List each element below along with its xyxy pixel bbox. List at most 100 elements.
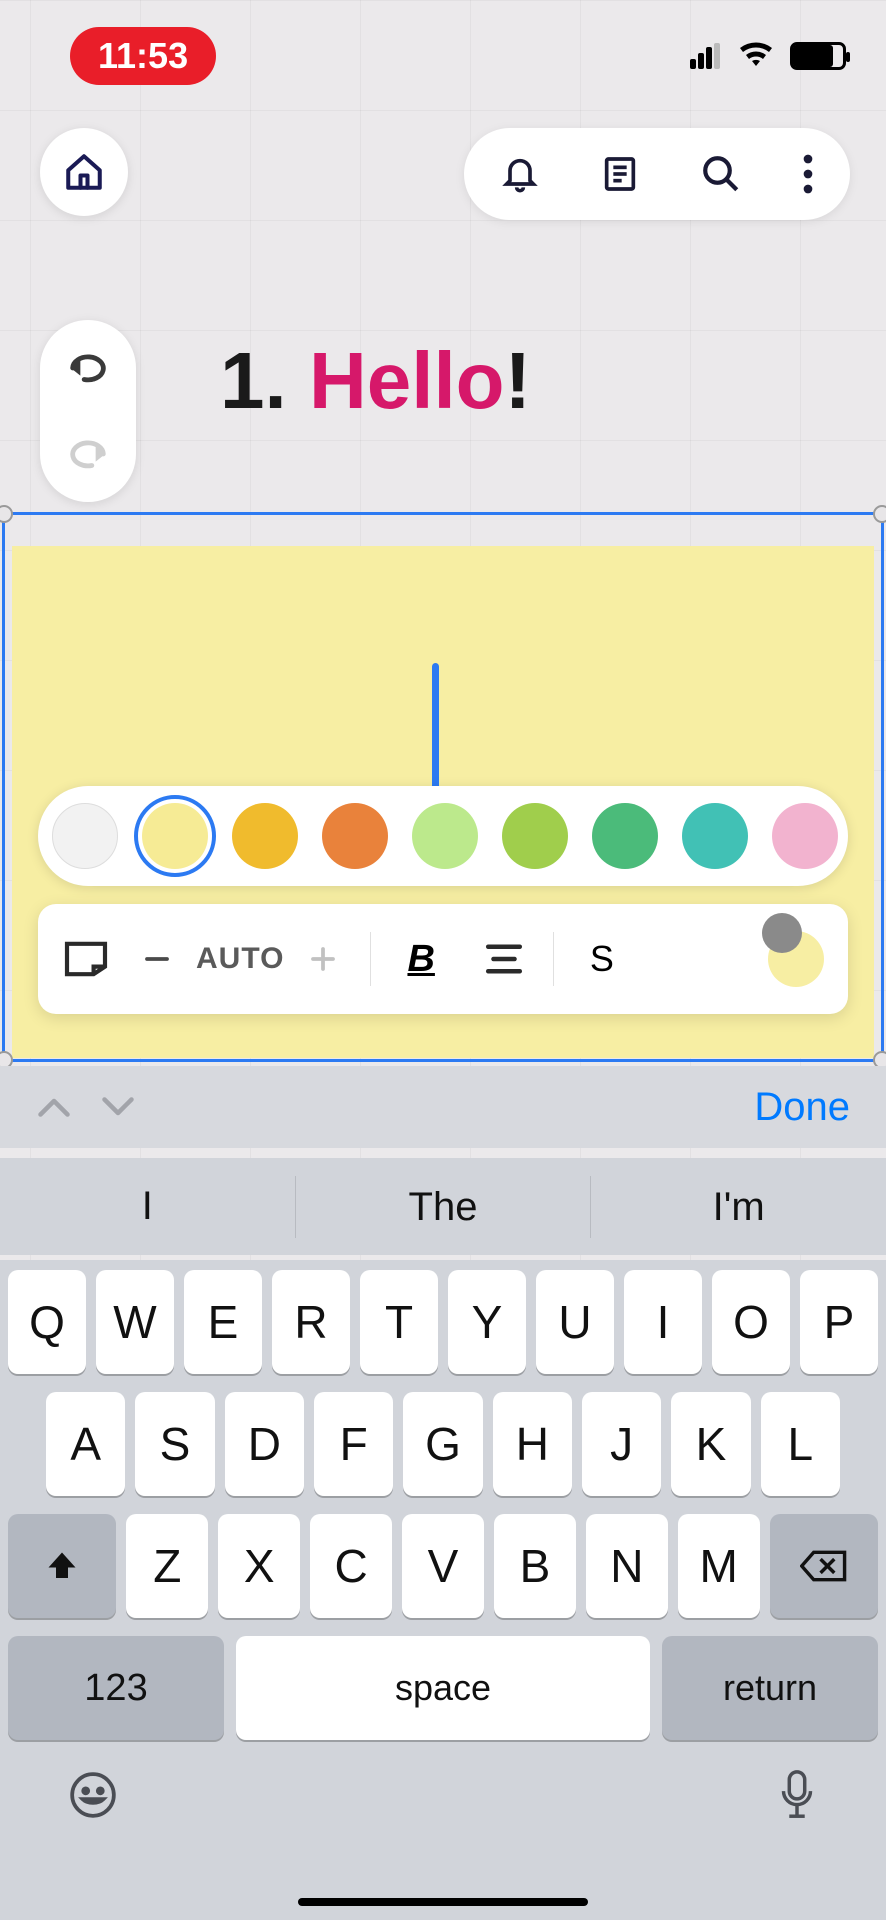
emoji-button[interactable] xyxy=(68,1770,118,1820)
key-e[interactable]: E xyxy=(184,1270,262,1374)
suggestion-word[interactable]: I'm xyxy=(590,1176,886,1238)
color-swatch[interactable] xyxy=(52,803,118,869)
next-field-button[interactable] xyxy=(100,1094,136,1120)
redo-icon xyxy=(65,434,111,474)
sticky-shape-icon xyxy=(62,940,110,978)
color-indicator-button[interactable] xyxy=(768,931,824,987)
color-swatch[interactable] xyxy=(502,803,568,869)
chevron-up-icon xyxy=(36,1094,72,1120)
key-a[interactable]: A xyxy=(46,1392,125,1496)
home-indicator[interactable] xyxy=(298,1898,588,1906)
key-v[interactable]: V xyxy=(402,1514,484,1618)
top-toolbar xyxy=(464,128,850,220)
status-bar: 11:53 xyxy=(0,26,886,86)
key-h[interactable]: H xyxy=(493,1392,572,1496)
home-icon xyxy=(63,151,105,193)
key-i[interactable]: I xyxy=(624,1270,702,1374)
key-x[interactable]: X xyxy=(218,1514,300,1618)
kebab-icon xyxy=(802,154,814,194)
document-icon xyxy=(600,154,640,194)
return-key[interactable]: return xyxy=(662,1636,878,1740)
wifi-icon xyxy=(738,42,774,70)
key-s[interactable]: S xyxy=(135,1392,214,1496)
key-q[interactable]: Q xyxy=(8,1270,86,1374)
separator xyxy=(370,932,371,986)
key-w[interactable]: W xyxy=(96,1270,174,1374)
heading-bang: ! xyxy=(505,336,532,425)
key-n[interactable]: N xyxy=(586,1514,668,1618)
resize-handle-tl[interactable] xyxy=(0,505,13,523)
key-j[interactable]: J xyxy=(582,1392,661,1496)
key-d[interactable]: D xyxy=(225,1392,304,1496)
keyboard-row-1: QWERTYUIOP xyxy=(8,1270,878,1374)
list-button[interactable] xyxy=(600,154,640,194)
color-swatch[interactable] xyxy=(142,803,208,869)
bell-icon xyxy=(500,154,540,194)
suggestion-word[interactable]: The xyxy=(295,1176,591,1238)
suggestion-word[interactable]: I xyxy=(0,1158,295,1255)
color-palette xyxy=(38,786,848,886)
redo-button[interactable] xyxy=(65,434,111,474)
shape-button[interactable] xyxy=(62,940,110,978)
decrease-size-button[interactable] xyxy=(142,944,172,974)
undo-redo-toolbar xyxy=(40,320,136,502)
undo-button[interactable] xyxy=(65,348,111,388)
battery-icon xyxy=(790,42,846,70)
key-y[interactable]: Y xyxy=(448,1270,526,1374)
key-l[interactable]: L xyxy=(761,1392,840,1496)
home-button[interactable] xyxy=(40,128,128,216)
keyboard-row-4: 123 space return xyxy=(8,1636,878,1740)
suggestion-bar: I The I'm xyxy=(0,1158,886,1255)
key-c[interactable]: C xyxy=(310,1514,392,1618)
keyboard-accessory: Done xyxy=(0,1066,886,1148)
key-m[interactable]: M xyxy=(678,1514,760,1618)
heading-text[interactable]: 1. Hello! xyxy=(220,335,531,427)
key-o[interactable]: O xyxy=(712,1270,790,1374)
key-u[interactable]: U xyxy=(536,1270,614,1374)
microphone-icon xyxy=(776,1768,818,1822)
key-g[interactable]: G xyxy=(403,1392,482,1496)
shift-key[interactable] xyxy=(8,1514,116,1618)
cellular-signal-icon xyxy=(690,43,722,69)
search-icon xyxy=(700,153,742,195)
text-cursor xyxy=(432,663,439,791)
key-p[interactable]: P xyxy=(800,1270,878,1374)
color-swatch[interactable] xyxy=(682,803,748,869)
key-f[interactable]: F xyxy=(314,1392,393,1496)
resize-handle-tr[interactable] xyxy=(873,505,886,523)
text-style-button[interactable]: S xyxy=(590,938,614,980)
key-z[interactable]: Z xyxy=(126,1514,208,1618)
notifications-button[interactable] xyxy=(500,154,540,194)
heading-word: Hello xyxy=(309,336,505,425)
done-button[interactable]: Done xyxy=(754,1085,850,1130)
undo-icon xyxy=(65,348,111,388)
format-toolbar: AUTO B S xyxy=(38,904,848,1014)
shift-icon xyxy=(44,1548,80,1584)
numbers-key[interactable]: 123 xyxy=(8,1636,224,1740)
color-swatch[interactable] xyxy=(322,803,388,869)
more-button[interactable] xyxy=(802,154,814,194)
backspace-key[interactable] xyxy=(770,1514,878,1618)
align-center-icon xyxy=(483,941,525,977)
search-button[interactable] xyxy=(700,153,742,195)
align-button[interactable] xyxy=(483,941,525,977)
minus-icon xyxy=(142,944,172,974)
keyboard-bottom xyxy=(8,1740,878,1828)
dictation-button[interactable] xyxy=(776,1768,818,1822)
status-time-recording: 11:53 xyxy=(70,27,216,85)
key-r[interactable]: R xyxy=(272,1270,350,1374)
color-swatch[interactable] xyxy=(232,803,298,869)
color-swatch[interactable] xyxy=(772,803,838,869)
color-swatch[interactable] xyxy=(412,803,478,869)
key-t[interactable]: T xyxy=(360,1270,438,1374)
color-swatch[interactable] xyxy=(592,803,658,869)
backspace-icon xyxy=(800,1548,848,1584)
key-k[interactable]: K xyxy=(671,1392,750,1496)
prev-field-button[interactable] xyxy=(36,1094,72,1120)
key-b[interactable]: B xyxy=(494,1514,576,1618)
increase-size-button[interactable] xyxy=(308,944,338,974)
keyboard-row-3: ZXCVBNM xyxy=(8,1514,878,1618)
space-key[interactable]: space xyxy=(236,1636,650,1740)
keyboard-row-2: ASDFGHJKL xyxy=(8,1392,878,1496)
bold-button[interactable]: B xyxy=(407,938,434,981)
